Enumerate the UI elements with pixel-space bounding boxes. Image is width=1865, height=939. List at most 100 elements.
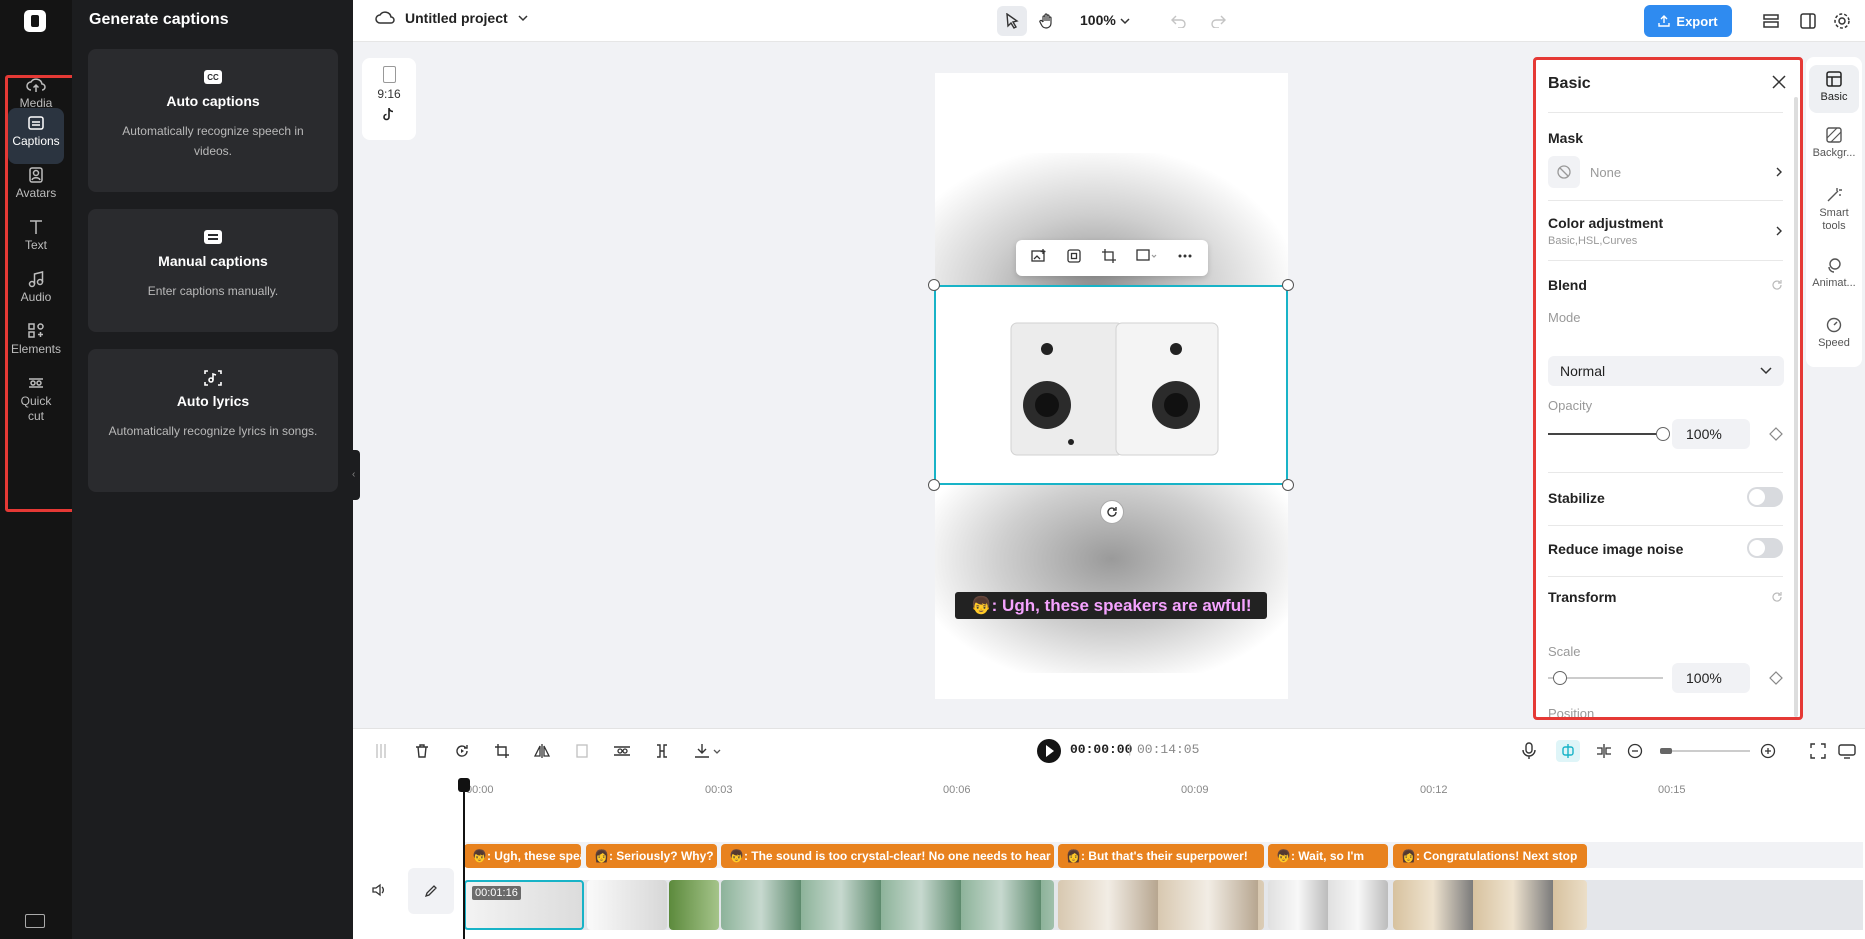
split-preview-icon[interactable] xyxy=(1594,741,1614,761)
properties-scrollbar[interactable] xyxy=(1794,97,1798,717)
microphone-icon[interactable] xyxy=(1519,741,1539,761)
select-tool-button[interactable] xyxy=(997,6,1027,36)
focus-frame-icon[interactable] xyxy=(1066,248,1082,269)
tiktok-icon xyxy=(383,107,394,121)
reset-icon[interactable] xyxy=(1771,279,1783,291)
delete-icon[interactable] xyxy=(412,741,432,761)
split-clip-icon[interactable] xyxy=(371,741,391,761)
upload-icon xyxy=(1658,15,1671,27)
zoom-dropdown[interactable]: 100% xyxy=(1080,12,1130,28)
settings-button[interactable] xyxy=(1827,6,1857,36)
auto-captions-card[interactable]: CC Auto captions Automatically recognize… xyxy=(88,49,338,192)
playhead[interactable] xyxy=(458,778,470,939)
resize-handle-tl[interactable] xyxy=(928,279,940,291)
crop-icon[interactable] xyxy=(1101,248,1117,269)
gear-icon xyxy=(1834,13,1850,29)
resize-handle-br[interactable] xyxy=(1282,479,1294,491)
opacity-slider-knob[interactable] xyxy=(1656,427,1670,441)
caption-clip[interactable]: 👩: Seriously? Why? xyxy=(586,844,717,868)
video-clip-selected[interactable]: 00:01:16 xyxy=(464,880,584,930)
caption-clip[interactable]: 👦: Wait, so I'm xyxy=(1268,844,1388,868)
rotate-handle[interactable] xyxy=(1100,500,1124,524)
keyframe-icon[interactable] xyxy=(1769,427,1783,446)
scale-label: Scale xyxy=(1548,644,1581,659)
caption-clip[interactable]: 👩: But that's their superpower! xyxy=(1058,844,1264,868)
undo-button[interactable] xyxy=(1164,6,1194,36)
video-clip[interactable] xyxy=(1393,880,1587,930)
tab-speed[interactable]: Speed xyxy=(1809,317,1859,349)
video-clip[interactable] xyxy=(1268,880,1388,930)
divider xyxy=(1548,200,1783,201)
phone-icon xyxy=(382,66,396,83)
caption-clip[interactable]: 👦: The sound is too crystal-clear! No on… xyxy=(721,844,1054,868)
caption-overlay[interactable]: 👦: Ugh, these speakers are awful! xyxy=(955,592,1267,619)
card-desc: Automatically recognize lyrics in songs. xyxy=(108,424,318,438)
auto-lyrics-card[interactable]: Auto lyrics Automatically recognize lyri… xyxy=(88,349,338,492)
download-icon[interactable] xyxy=(692,741,724,761)
blend-mode-select[interactable]: Normal xyxy=(1548,356,1784,386)
opacity-slider[interactable] xyxy=(1548,433,1663,435)
keyframe-icon[interactable] xyxy=(1769,671,1783,690)
stabilize-toggle[interactable] xyxy=(1747,487,1783,507)
video-clip[interactable] xyxy=(587,880,667,930)
tab-smart-tools[interactable]: Smart tools xyxy=(1809,187,1859,233)
scale-slider-knob[interactable] xyxy=(1552,671,1567,685)
resize-handle-bl[interactable] xyxy=(928,479,940,491)
timeline-zoom-slider[interactable] xyxy=(1660,750,1750,752)
hand-tool-button[interactable] xyxy=(1032,6,1062,36)
replace-image-icon[interactable] xyxy=(1031,248,1047,269)
image-transform-icon[interactable] xyxy=(1136,248,1158,269)
ruler-label: 00:15 xyxy=(1658,784,1686,796)
quick-cut-tool-icon[interactable] xyxy=(612,741,632,761)
collapse-panel-handle[interactable]: ‹ xyxy=(352,450,360,500)
tab-label: Basic xyxy=(1820,91,1848,103)
close-icon[interactable] xyxy=(1772,75,1786,94)
time-separator: | xyxy=(1128,741,1132,756)
snap-icon[interactable] xyxy=(1556,740,1580,762)
noise-reduction-toggle[interactable] xyxy=(1747,538,1783,558)
trim-icon[interactable] xyxy=(652,741,672,761)
split-view-button[interactable] xyxy=(1793,6,1823,36)
tab-basic[interactable]: Basic xyxy=(1809,65,1859,113)
freeze-frame-icon[interactable] xyxy=(572,741,592,761)
caption-clip[interactable]: 👦: Ugh, these speakers are awful! xyxy=(464,844,581,868)
aspect-ratio-widget[interactable]: 9:16 xyxy=(362,58,416,140)
play-button[interactable] xyxy=(1037,739,1061,763)
stack-icon xyxy=(1763,14,1779,28)
crop-tool-icon[interactable] xyxy=(492,741,512,761)
blend-mode-value: Normal xyxy=(1560,363,1606,379)
keyboard-icon[interactable] xyxy=(25,914,45,928)
video-clip[interactable] xyxy=(669,880,719,930)
basic-icon xyxy=(1826,71,1842,87)
reset-icon[interactable] xyxy=(1771,591,1783,603)
selected-media[interactable] xyxy=(934,285,1288,485)
project-menu[interactable]: Untitled project xyxy=(375,10,528,26)
properties-panel: Basic Mask None Color adjustment Basic,H… xyxy=(1533,57,1803,720)
more-options-icon[interactable] xyxy=(1177,248,1193,269)
resize-handle-tr[interactable] xyxy=(1282,279,1294,291)
layers-button[interactable] xyxy=(1756,6,1786,36)
caption-clip[interactable]: 👩: Congratulations! Next stop xyxy=(1393,844,1587,868)
opacity-input[interactable]: 100% xyxy=(1672,419,1750,449)
tab-background[interactable]: Backgr... xyxy=(1809,127,1859,159)
tab-animation[interactable]: Animat... xyxy=(1809,257,1859,289)
ruler-label: 00:12 xyxy=(1420,784,1448,796)
video-clip[interactable] xyxy=(1058,880,1264,930)
fit-timeline-icon[interactable] xyxy=(1808,741,1828,761)
reverse-icon[interactable] xyxy=(452,741,472,761)
zoom-out-icon[interactable] xyxy=(1625,741,1645,761)
color-adjustment-row[interactable]: Color adjustment Basic,HSL,Curves xyxy=(1548,215,1783,247)
export-button[interactable]: Export xyxy=(1644,5,1732,37)
scale-input[interactable]: 100% xyxy=(1672,663,1750,693)
video-clip[interactable] xyxy=(721,880,1054,930)
timeline-zoom-knob[interactable] xyxy=(1660,748,1672,754)
edit-track-button[interactable] xyxy=(408,868,454,914)
volume-icon[interactable] xyxy=(371,882,387,903)
redo-button[interactable] xyxy=(1203,6,1233,36)
manual-captions-card[interactable]: Manual captions Enter captions manually. xyxy=(88,209,338,332)
flip-icon[interactable] xyxy=(532,741,552,761)
mask-selector[interactable]: None xyxy=(1548,156,1783,188)
zoom-in-icon[interactable] xyxy=(1758,741,1778,761)
app-logo[interactable] xyxy=(24,10,46,32)
preview-icon[interactable] xyxy=(1837,741,1857,761)
